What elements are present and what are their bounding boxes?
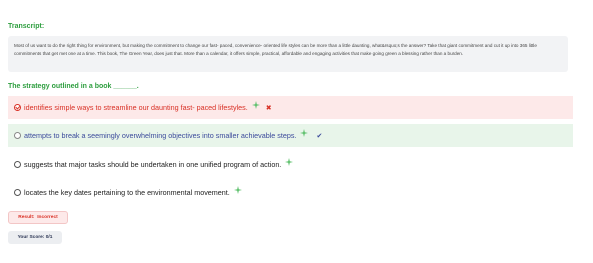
quiz-page: Transcript: Most of us want to do the ri…	[0, 0, 593, 263]
result-value: Incorrect	[37, 215, 58, 220]
option-3[interactable]: suggests that major tasks should be unde…	[8, 153, 573, 176]
cross-icon: ✖	[265, 104, 272, 112]
result-label: Result:	[18, 215, 35, 220]
radio-button[interactable]	[14, 132, 21, 139]
radio-button[interactable]	[14, 161, 21, 168]
option-2[interactable]: attempts to break a seemingly overwhelmi…	[8, 124, 573, 147]
transcript-label: Transcript:	[8, 23, 45, 30]
option-3-text: suggests that major tasks should be unde…	[24, 160, 282, 169]
option-4[interactable]: locates the key dates pertaining to the …	[8, 181, 573, 204]
check-icon: ✔	[316, 132, 323, 140]
option-1-text: identifies simple ways to streamline our…	[24, 103, 248, 112]
score-badge: Your Score: 0/1	[8, 231, 62, 244]
sparkle-icon[interactable]	[300, 128, 309, 137]
score-value: 0/1	[45, 235, 53, 240]
score-label: Your Score:	[17, 235, 45, 240]
option-1[interactable]: identifies simple ways to streamline our…	[8, 96, 573, 119]
option-4-text: locates the key dates pertaining to the …	[24, 188, 230, 197]
sparkle-icon[interactable]	[233, 185, 242, 194]
transcript-box: Most of us want to do the right thing fo…	[8, 36, 568, 72]
transcript-text: Most of us want to do the right thing fo…	[14, 43, 537, 56]
option-2-text: attempts to break a seemingly overwhelmi…	[24, 131, 297, 140]
question-text: The strategy outlined in a book ______.	[8, 83, 139, 90]
result-badge: Result: Incorrect	[8, 211, 68, 224]
radio-button-wrong[interactable]	[14, 104, 21, 111]
radio-button[interactable]	[14, 189, 21, 196]
sparkle-icon[interactable]	[285, 157, 294, 166]
sparkle-icon[interactable]	[251, 100, 260, 109]
